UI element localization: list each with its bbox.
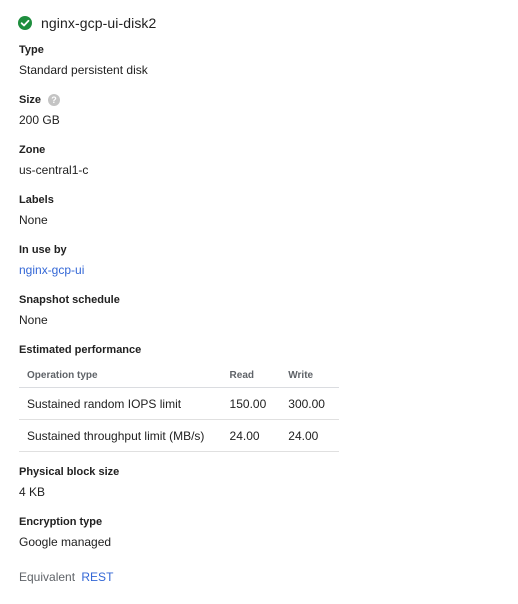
zone-field: Zone us-central1-c xyxy=(19,143,88,178)
size-value: 200 GB xyxy=(19,113,60,127)
zone-label: Zone xyxy=(19,144,46,156)
rest-link[interactable]: REST xyxy=(81,570,113,584)
table-cell: 24.00 xyxy=(280,419,339,452)
labels-label: Labels xyxy=(19,194,54,206)
physical-block-size-field: Physical block size 4 KB xyxy=(19,465,119,500)
column-header-write: Write xyxy=(280,364,339,388)
table-cell: 150.00 xyxy=(221,387,281,420)
labels-value: None xyxy=(19,213,48,227)
column-header-operation-type: Operation type xyxy=(19,364,222,388)
check-circle-icon xyxy=(18,16,32,30)
column-header-read: Read xyxy=(221,364,281,388)
snapshot-schedule-label: Snapshot schedule xyxy=(19,294,120,306)
encryption-type-label: Encryption type xyxy=(19,516,103,528)
table-header-row: Operation type Read Write xyxy=(19,364,339,388)
table-cell: Sustained random IOPS limit xyxy=(19,387,222,420)
equivalent-rest-footer: Equivalent REST xyxy=(19,569,113,585)
estimated-performance-label: Estimated performance xyxy=(19,344,142,356)
type-field: Type Standard persistent disk xyxy=(19,43,148,78)
equivalent-text: Equivalent xyxy=(19,570,76,584)
table-cell: 24.00 xyxy=(221,419,281,452)
snapshot-schedule-value: None xyxy=(19,313,48,327)
type-value: Standard persistent disk xyxy=(19,63,148,77)
zone-value: us-central1-c xyxy=(19,163,89,177)
in-use-by-label: In use by xyxy=(19,244,67,256)
page-title: nginx-gcp-ui-disk2 xyxy=(41,15,157,31)
physical-block-size-label: Physical block size xyxy=(19,466,120,478)
size-label: Size xyxy=(19,94,42,106)
snapshot-schedule-field: Snapshot schedule None xyxy=(19,293,120,328)
table-row: Sustained random IOPS limit 150.00 300.0… xyxy=(19,387,339,420)
type-label: Type xyxy=(19,44,44,56)
size-field: Size ? 200 GB xyxy=(19,93,61,128)
encryption-type-field: Encryption type Google managed xyxy=(19,515,111,550)
encryption-type-value: Google managed xyxy=(19,535,112,549)
help-icon[interactable]: ? xyxy=(48,94,61,106)
table-cell: Sustained throughput limit (MB/s) xyxy=(19,419,222,452)
size-label-row: Size ? xyxy=(19,93,61,107)
labels-field: Labels None xyxy=(19,193,54,228)
estimated-performance-section: Estimated performance Operation type Rea… xyxy=(19,343,339,452)
physical-block-size-value: 4 KB xyxy=(19,485,46,499)
in-use-by-field: In use by nginx-gcp-ui xyxy=(19,243,84,278)
performance-table: Operation type Read Write Sustained rand… xyxy=(19,364,339,452)
in-use-by-link[interactable]: nginx-gcp-ui xyxy=(19,263,84,277)
table-row: Sustained throughput limit (MB/s) 24.00 … xyxy=(19,419,339,452)
table-cell: 300.00 xyxy=(280,387,339,420)
disk-header: nginx-gcp-ui-disk2 xyxy=(18,13,156,33)
